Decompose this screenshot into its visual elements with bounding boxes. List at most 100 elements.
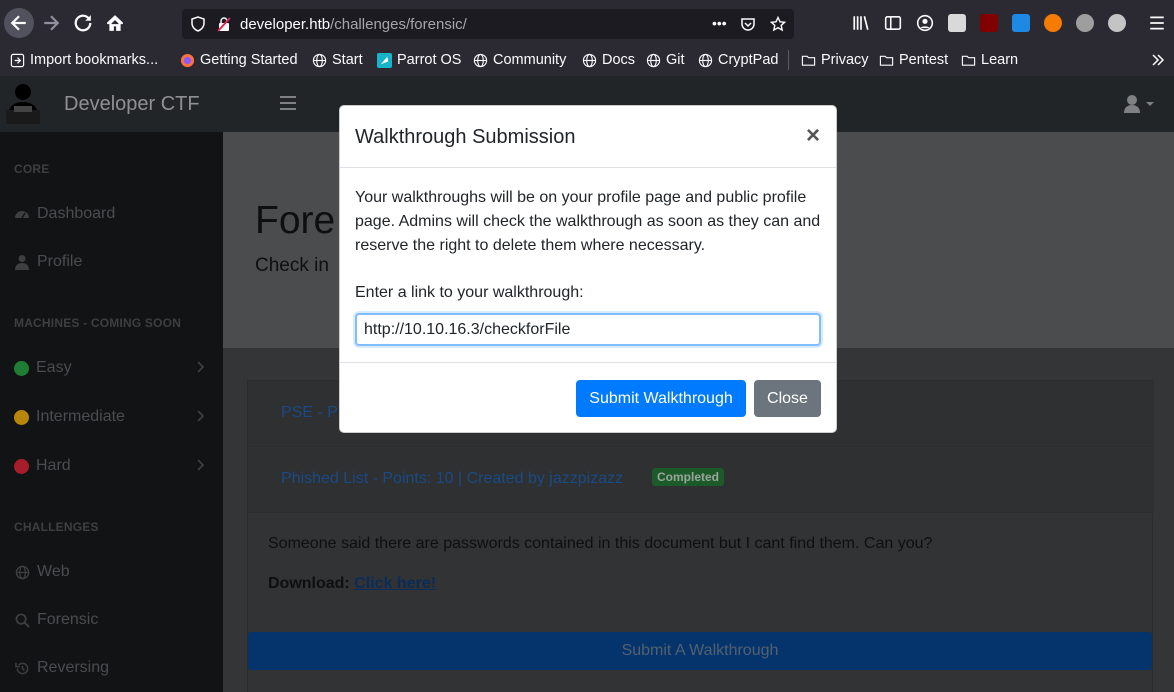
url-path: /challenges/forensic/ xyxy=(330,16,467,33)
browser-chrome: developer.htb/challenges/forensic/ ••• I… xyxy=(0,0,1174,76)
bookmark-star-icon[interactable] xyxy=(770,16,786,32)
tachometer-icon xyxy=(14,206,30,222)
close-icon[interactable]: × xyxy=(806,122,820,150)
pocket-icon[interactable] xyxy=(740,16,756,32)
extension-s-icon[interactable] xyxy=(1012,14,1030,32)
bookmark-parrot-os[interactable]: Parrot OS xyxy=(377,50,461,70)
folder-icon xyxy=(961,53,976,68)
globe-icon xyxy=(582,53,597,68)
globe-icon xyxy=(646,53,661,68)
challenge-description: Someone said there are passwords contain… xyxy=(268,535,933,552)
url-bar[interactable]: developer.htb/challenges/forensic/ ••• xyxy=(182,9,794,39)
sidebar-heading-challenges: CHALLENGES xyxy=(14,520,99,534)
bookmarks-toolbar: Import bookmarks... Getting Started Star… xyxy=(0,46,1174,74)
bookmark-cryptpad[interactable]: CryptPad xyxy=(698,50,778,70)
modal-header: Walkthrough Submission × xyxy=(340,106,836,168)
easy-status-dot-icon xyxy=(14,360,29,376)
import-icon xyxy=(10,53,25,68)
bookmark-docs[interactable]: Docs xyxy=(582,50,635,70)
sidebar-toggle-button[interactable] xyxy=(280,96,296,110)
page-subtitle: Check in xyxy=(255,255,329,276)
submit-walkthrough-bar-button[interactable]: Submit A Walkthrough xyxy=(248,632,1152,670)
challenge-link-phished[interactable]: Phished List - Points: 10 | Created by j… xyxy=(281,470,623,488)
reload-icon xyxy=(74,14,92,32)
hard-status-dot-icon xyxy=(14,458,29,474)
sidebar-item-forensic[interactable]: Forensic xyxy=(14,608,214,632)
extension-fox-icon[interactable] xyxy=(1044,14,1062,32)
back-button[interactable] xyxy=(4,8,34,38)
walkthrough-link-input[interactable] xyxy=(355,313,821,346)
bookmark-git[interactable]: Git xyxy=(646,50,685,70)
sidebar-item-easy[interactable]: Easy xyxy=(14,356,214,380)
download-link[interactable]: Click here! xyxy=(354,575,436,592)
modal-description: Your walkthroughs will be on your profil… xyxy=(355,189,821,254)
history-icon xyxy=(14,660,30,676)
url-host: developer.htb xyxy=(240,16,331,33)
bookmark-folder-pentest[interactable]: Pentest xyxy=(879,50,948,70)
extension-gear-icon[interactable] xyxy=(1108,14,1126,32)
globe-icon xyxy=(698,53,713,68)
user-menu-icon[interactable] xyxy=(1122,94,1158,114)
bookmark-folder-learn[interactable]: Learn xyxy=(961,50,1018,70)
firefox-icon xyxy=(180,53,195,68)
submit-walkthrough-button[interactable]: Submit Walkthrough xyxy=(576,380,746,417)
forward-button[interactable] xyxy=(36,8,66,38)
arrow-right-icon xyxy=(44,15,60,31)
page-actions-icon[interactable]: ••• xyxy=(712,15,727,31)
globe-icon xyxy=(312,53,327,68)
completed-badge: Completed xyxy=(652,468,725,486)
bookmark-community[interactable]: Community xyxy=(473,50,566,70)
sidebar-item-dashboard[interactable]: Dashboard xyxy=(14,202,214,226)
account-icon[interactable] xyxy=(916,14,934,32)
walkthrough-link-label: Enter a link to your walkthrough: xyxy=(355,284,584,301)
insecure-lock-icon[interactable] xyxy=(216,16,232,32)
sidebar-item-intermediate[interactable]: Intermediate xyxy=(14,405,214,429)
hacker-logo-icon[interactable] xyxy=(0,76,46,132)
walkthrough-modal: Walkthrough Submission × Your walkthroug… xyxy=(339,105,837,433)
bookmark-import[interactable]: Import bookmarks... xyxy=(10,50,158,70)
home-icon xyxy=(107,15,123,31)
ublock-icon[interactable] xyxy=(980,14,998,32)
globe-icon xyxy=(473,53,488,68)
bookmark-start[interactable]: Start xyxy=(312,50,363,70)
challenge-card-header: Phished List - Points: 10 | Created by j… xyxy=(248,447,1154,513)
brand-name[interactable]: Developer CTF xyxy=(64,93,200,116)
sidebar-heading-core: CORE xyxy=(14,162,50,176)
bookmark-folder-privacy[interactable]: Privacy xyxy=(801,50,869,70)
globe-icon xyxy=(14,564,30,580)
navigation-toolbar: developer.htb/challenges/forensic/ ••• xyxy=(0,0,1174,46)
close-button[interactable]: Close xyxy=(754,380,821,417)
hamburger-menu-icon[interactable] xyxy=(1148,14,1166,32)
url-text[interactable]: developer.htb/challenges/forensic/ xyxy=(240,16,467,33)
chevron-right-icon xyxy=(197,459,204,471)
challenge-link-pse[interactable]: PSE - P xyxy=(281,404,338,422)
magnifier-icon xyxy=(14,612,30,628)
modal-footer: Submit Walkthrough Close xyxy=(340,362,836,432)
sidebar-item-web[interactable]: Web xyxy=(14,560,214,584)
sidebar-heading-machines: MACHINES - COMING SOON xyxy=(14,316,182,330)
reload-button[interactable] xyxy=(68,8,98,38)
bookmark-separator xyxy=(788,50,789,70)
sidebar-item-hard[interactable]: Hard xyxy=(14,454,214,478)
folder-icon xyxy=(801,53,816,68)
library-icon[interactable] xyxy=(852,14,870,32)
chevron-right-icon xyxy=(197,361,204,373)
cookie-icon[interactable] xyxy=(1076,14,1094,32)
chevron-double-right-icon[interactable] xyxy=(1150,52,1166,68)
chevron-right-icon xyxy=(197,410,204,422)
sidebar-item-reversing[interactable]: Reversing xyxy=(14,656,214,680)
parrot-icon xyxy=(377,52,392,68)
sidebar-item-profile[interactable]: Profile xyxy=(14,250,214,274)
home-button[interactable] xyxy=(100,8,130,38)
arrow-left-icon xyxy=(10,15,26,31)
modal-title: Walkthrough Submission xyxy=(355,126,576,148)
sidebar: CORE Dashboard Profile MACHINES - COMING… xyxy=(0,132,223,692)
folder-icon xyxy=(879,53,894,68)
extension-icon[interactable] xyxy=(948,14,966,32)
bookmark-getting-started[interactable]: Getting Started xyxy=(180,50,298,70)
page-title: Fore xyxy=(255,199,336,242)
sidebar-toggle-icon[interactable] xyxy=(884,14,902,32)
user-icon xyxy=(14,254,30,270)
intermediate-status-dot-icon xyxy=(14,409,29,425)
shield-icon[interactable] xyxy=(190,16,206,32)
